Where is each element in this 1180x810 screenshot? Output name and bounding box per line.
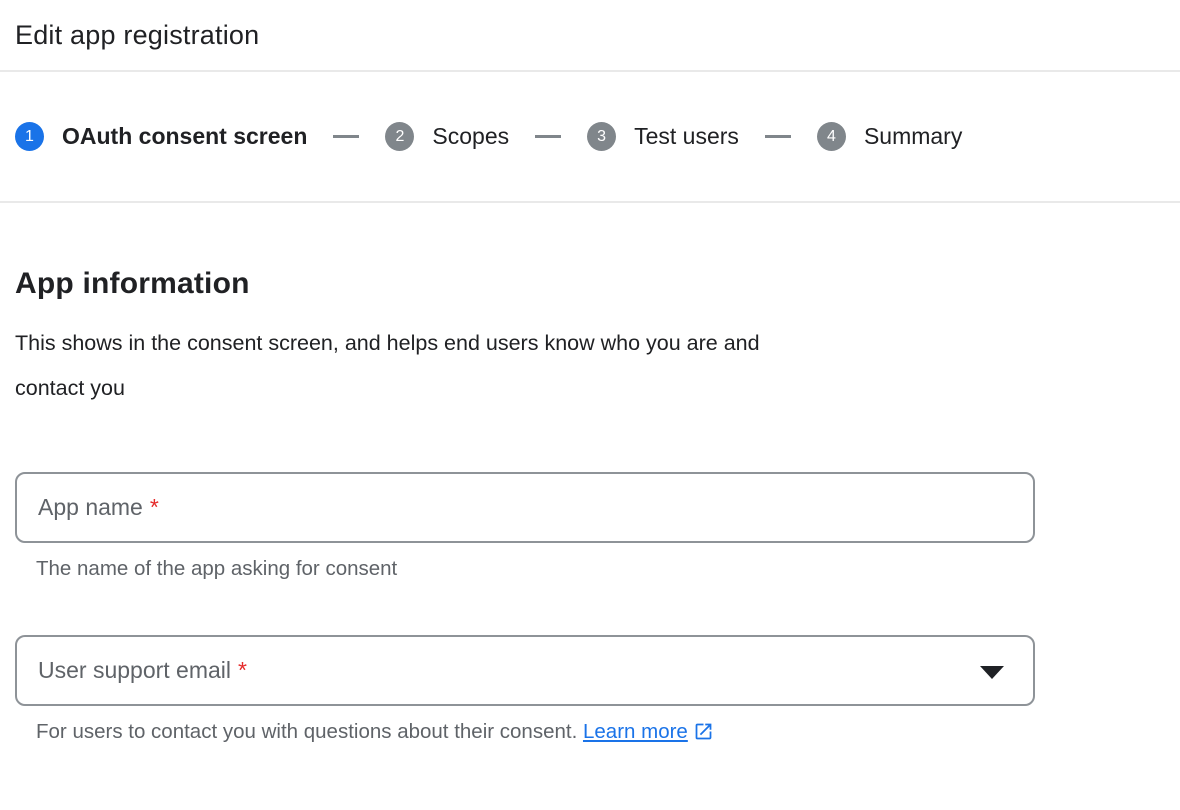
step-label: Test users <box>634 123 739 150</box>
user-support-email-helper: For users to contact you with questions … <box>36 720 1180 748</box>
user-support-email-label: User support email <box>38 657 231 684</box>
step-label: Summary <box>864 123 962 150</box>
step-number-badge: 1 <box>15 122 44 151</box>
app-name-helper: The name of the app asking for consent <box>36 557 1180 581</box>
helper-text-body: For users to contact you with questions … <box>36 720 577 743</box>
step-scopes[interactable]: 2 Scopes <box>385 122 509 151</box>
step-separator <box>765 135 791 138</box>
step-separator <box>333 135 359 138</box>
step-label: OAuth consent screen <box>62 123 307 150</box>
dropdown-arrow-icon <box>980 666 1004 679</box>
app-name-field[interactable]: App name * <box>15 472 1035 543</box>
edit-app-registration-page: Edit app registration 1 OAuth consent sc… <box>0 0 1180 810</box>
step-separator <box>535 135 561 138</box>
page-title: Edit app registration <box>0 0 1180 51</box>
section-heading: App information <box>15 267 1180 301</box>
wizard-stepper: 1 OAuth consent screen 2 Scopes 3 Test u… <box>0 72 1180 201</box>
step-number-badge: 3 <box>587 122 616 151</box>
section-description: This shows in the consent screen, and he… <box>15 321 815 411</box>
app-name-label: App name <box>38 494 143 521</box>
required-asterisk: * <box>150 494 159 521</box>
external-link-icon <box>693 721 714 748</box>
step-number-badge: 4 <box>817 122 846 151</box>
step-oauth-consent-screen[interactable]: 1 OAuth consent screen <box>15 122 307 151</box>
step-summary[interactable]: 4 Summary <box>817 122 962 151</box>
step-label: Scopes <box>432 123 509 150</box>
required-asterisk: * <box>238 657 247 684</box>
step-test-users[interactable]: 3 Test users <box>587 122 739 151</box>
step-number-badge: 2 <box>385 122 414 151</box>
learn-more-link[interactable]: Learn more <box>583 720 688 743</box>
stepper-divider <box>0 201 1180 203</box>
user-support-email-field[interactable]: User support email * <box>15 635 1035 706</box>
form-content: App information This shows in the consen… <box>0 267 1180 748</box>
